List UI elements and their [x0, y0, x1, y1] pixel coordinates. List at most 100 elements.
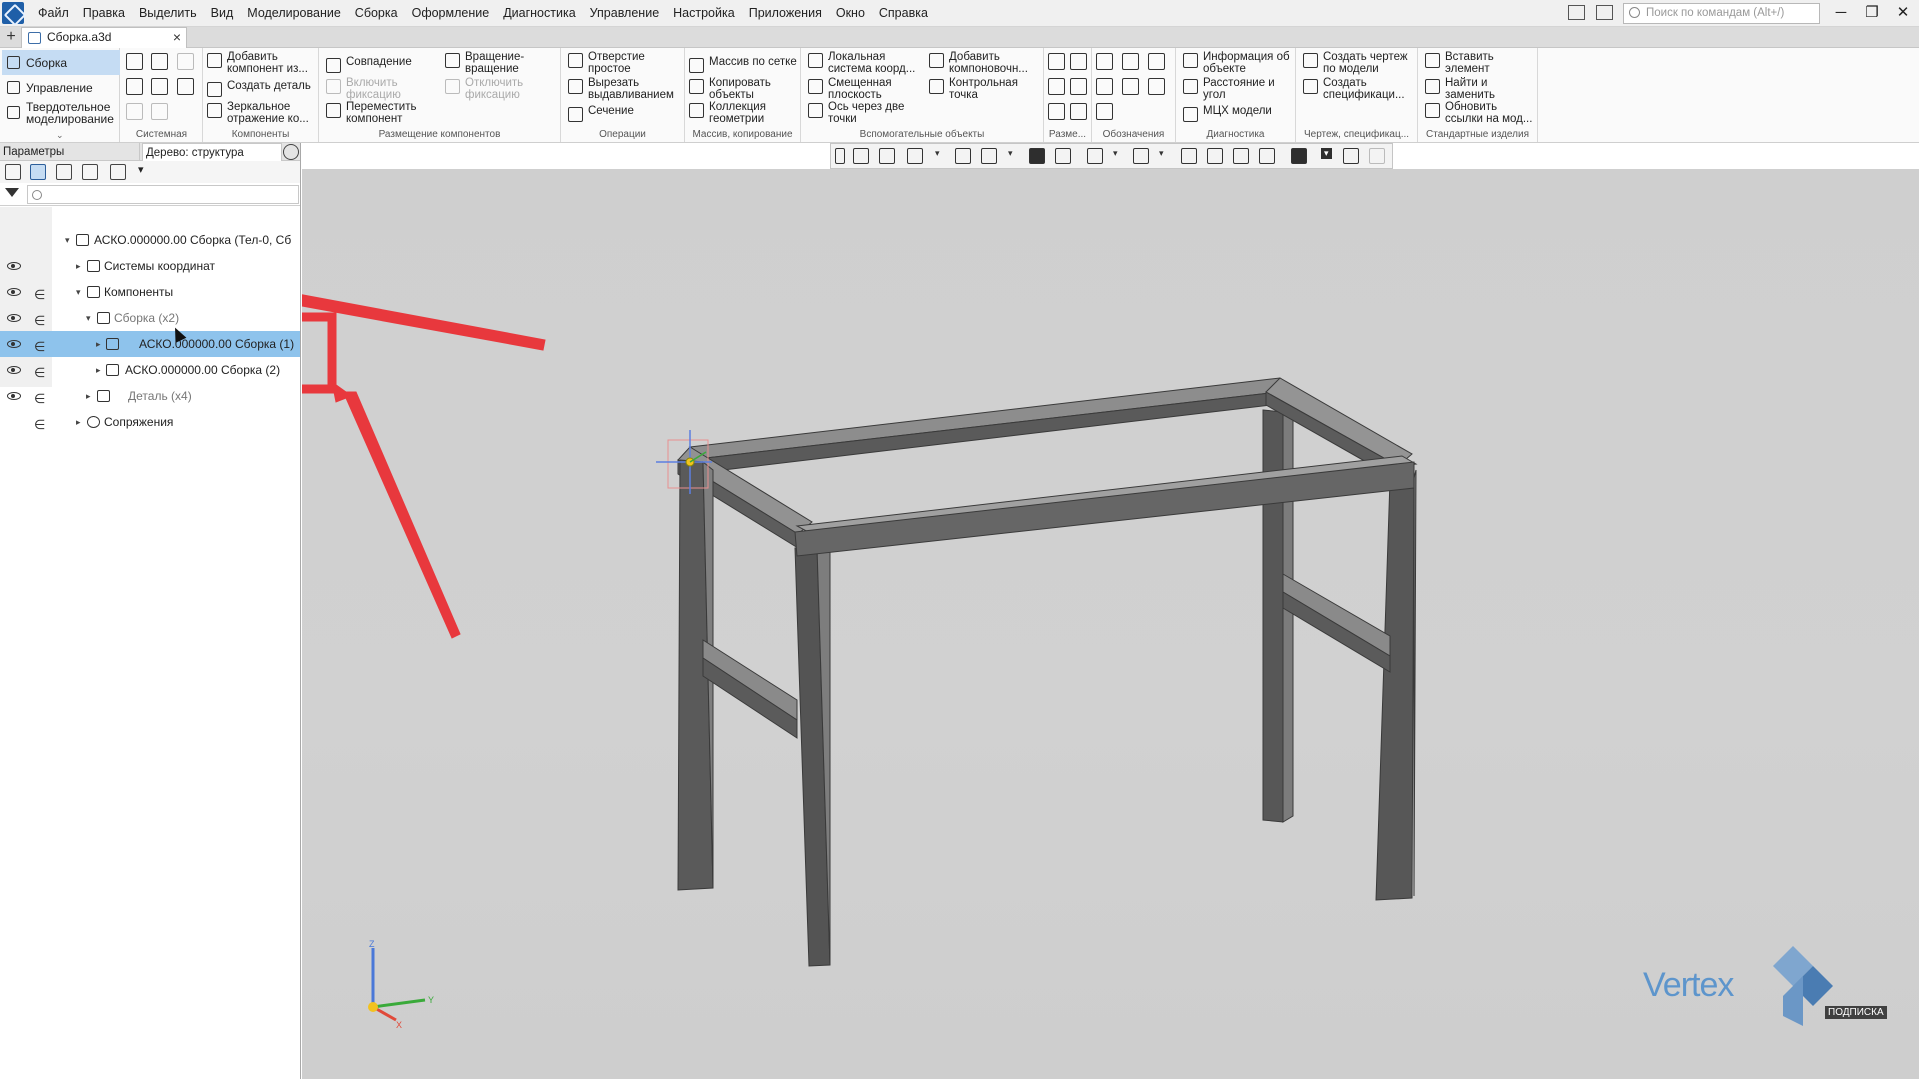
display-icon[interactable]	[1259, 148, 1275, 164]
disable-fix-button[interactable]: Отключить фиксацию	[443, 77, 523, 101]
section-view-icon[interactable]	[1207, 148, 1223, 164]
normal-to-icon[interactable]	[879, 148, 895, 164]
tab-parameters[interactable]: Параметры	[0, 143, 140, 161]
tree-view-icon[interactable]	[5, 164, 21, 180]
cut-extrude-button[interactable]: Вырезать выдавливанием	[566, 77, 674, 101]
insert-element-button[interactable]: Вставить элемент	[1423, 51, 1494, 75]
save-all-icon[interactable]	[177, 78, 194, 95]
tree-node-mates[interactable]: ∈ ▸ Сопряжения	[0, 409, 300, 435]
caret-icon[interactable]: ▸	[76, 253, 81, 279]
redo-icon[interactable]	[151, 103, 168, 120]
tolerance-icon[interactable]	[1122, 78, 1139, 95]
copy-objects-button[interactable]: Копировать объекты	[687, 77, 771, 101]
structure-view-icon[interactable]	[30, 164, 46, 180]
undo-icon[interactable]	[126, 103, 143, 120]
update-links-button[interactable]: Обновить ссылки на мод...	[1423, 101, 1532, 125]
include-icon[interactable]: ∈	[34, 282, 45, 305]
menu-help[interactable]: Справка	[872, 0, 935, 27]
new-doc-icon[interactable]	[126, 53, 143, 70]
axis-two-points-button[interactable]: Ось через две точки	[806, 101, 904, 125]
save-icon[interactable]	[177, 53, 194, 70]
add-component-button[interactable]: Добавить компонент из...	[205, 51, 308, 75]
frame-top-back-rail-face[interactable]	[705, 389, 1297, 473]
filter-icon[interactable]	[1291, 148, 1307, 164]
shaded-icon[interactable]	[1029, 148, 1045, 164]
menu-edit[interactable]: Правка	[76, 0, 132, 27]
pan-icon[interactable]	[955, 148, 971, 164]
caret-icon[interactable]: ▸	[96, 331, 101, 357]
find-replace-button[interactable]: Найти и заменить	[1423, 77, 1495, 101]
include-icon[interactable]: ∈	[34, 334, 45, 357]
rotate-view-icon[interactable]	[981, 148, 997, 164]
dimension-linear-icon[interactable]	[1048, 53, 1065, 70]
menu-file[interactable]: Файл	[31, 0, 76, 27]
caret-icon[interactable]: ▸	[76, 409, 81, 435]
frame-front-right-leg[interactable]	[1375, 477, 1415, 901]
leader-icon[interactable]	[1096, 53, 1113, 70]
menu-window[interactable]: Окно	[829, 0, 872, 27]
hide-icon[interactable]	[1087, 148, 1103, 164]
new-tab-button[interactable]: +	[2, 28, 20, 46]
tree-node-root[interactable]: ▾ АСКО.000000.00 Сборка (Тел-0, Сб	[0, 227, 300, 253]
restore-button[interactable]: ❐	[1857, 0, 1887, 25]
table-frame-model[interactable]	[677, 377, 1418, 967]
create-spec-button[interactable]: Создать спецификаци...	[1301, 77, 1405, 101]
caret-icon[interactable]: ▾	[76, 279, 81, 305]
dimension-radial-icon[interactable]	[1070, 53, 1087, 70]
chevron-down-icon[interactable]: ▾	[1113, 148, 1118, 159]
frame-top-front-rail-face[interactable]	[794, 461, 1415, 557]
dimension-arc-icon[interactable]	[1070, 103, 1087, 120]
position-icon[interactable]	[1096, 103, 1113, 120]
edit-icon[interactable]	[1369, 148, 1385, 164]
chevron-down-icon[interactable]: ▾	[935, 148, 940, 159]
eye-icon[interactable]	[7, 288, 21, 296]
dimension-auto-icon[interactable]	[1048, 103, 1065, 120]
menu-diagnostics[interactable]: Диагностика	[496, 0, 582, 27]
tree-components-icon[interactable]	[56, 164, 72, 180]
mode-solid-modeling[interactable]: Твердотельное моделирование	[2, 100, 120, 125]
preview-icon[interactable]	[151, 78, 168, 95]
add-layout-button[interactable]: Добавить компоновочн...	[927, 51, 1028, 75]
eye-icon[interactable]	[7, 366, 21, 374]
mirror-component-button[interactable]: Зеркальное отражение ко...	[205, 101, 309, 125]
dimension-angle-icon[interactable]	[1048, 78, 1065, 95]
chevron-down-icon[interactable]: ▾	[1159, 148, 1164, 159]
control-point-button[interactable]: Контрольная точка	[927, 77, 1018, 101]
close-window-button[interactable]: ✕	[1888, 0, 1918, 25]
menu-settings[interactable]: Настройка	[666, 0, 742, 27]
coincidence-button[interactable]: Совпадение	[324, 56, 412, 73]
include-icon[interactable]: ∈	[34, 308, 45, 331]
menu-apps[interactable]: Приложения	[742, 0, 829, 27]
dimension-diameter-icon[interactable]	[1070, 78, 1087, 95]
mode-expand-icon[interactable]: ⌄	[56, 130, 64, 141]
create-part-button[interactable]: Создать деталь	[205, 80, 311, 97]
menu-select[interactable]: Выделить	[132, 0, 204, 27]
tree-node-components[interactable]: ∈ ▾ Компоненты	[0, 279, 300, 305]
zoom-icon[interactable]	[907, 148, 923, 164]
eye-icon[interactable]	[7, 340, 21, 348]
eye-icon[interactable]	[7, 314, 21, 322]
base-icon[interactable]	[1096, 78, 1113, 95]
geometry-collection-button[interactable]: Коллекция геометрии	[687, 101, 766, 125]
exploded-icon[interactable]	[1233, 148, 1249, 164]
tree-node-assembly-1[interactable]: ∈ ▸ АСКО.000000.00 Сборка (1)	[0, 331, 300, 357]
tree-node-coordinate-systems[interactable]: ▸ Системы координат	[0, 253, 300, 279]
grid-array-button[interactable]: Массив по сетке	[687, 56, 797, 73]
tree-select-icon[interactable]	[82, 164, 98, 180]
tree-node-parts[interactable]: ∈ ▸ Деталь (х4)	[0, 383, 300, 409]
tree-search-input[interactable]	[27, 185, 299, 204]
mode-assembly[interactable]: Сборка	[2, 50, 120, 75]
section-button[interactable]: Сечение	[566, 105, 634, 122]
chevron-down-icon[interactable]: ▾	[138, 163, 144, 176]
include-icon[interactable]: ∈	[34, 412, 45, 435]
menu-modeling[interactable]: Моделирование	[240, 0, 348, 27]
caret-icon[interactable]: ▾	[86, 305, 91, 331]
split-view-icon[interactable]	[1596, 5, 1613, 20]
frame-front-right-leg-face[interactable]	[1413, 469, 1417, 897]
gear-icon[interactable]	[283, 144, 299, 160]
menu-view[interactable]: Вид	[204, 0, 241, 27]
tree-options-icon[interactable]	[110, 164, 126, 180]
create-drawing-button[interactable]: Создать чертеж по модели	[1301, 51, 1408, 75]
mode-management[interactable]: Управление	[2, 75, 120, 100]
frame-top-back-rail[interactable]	[688, 377, 1298, 459]
